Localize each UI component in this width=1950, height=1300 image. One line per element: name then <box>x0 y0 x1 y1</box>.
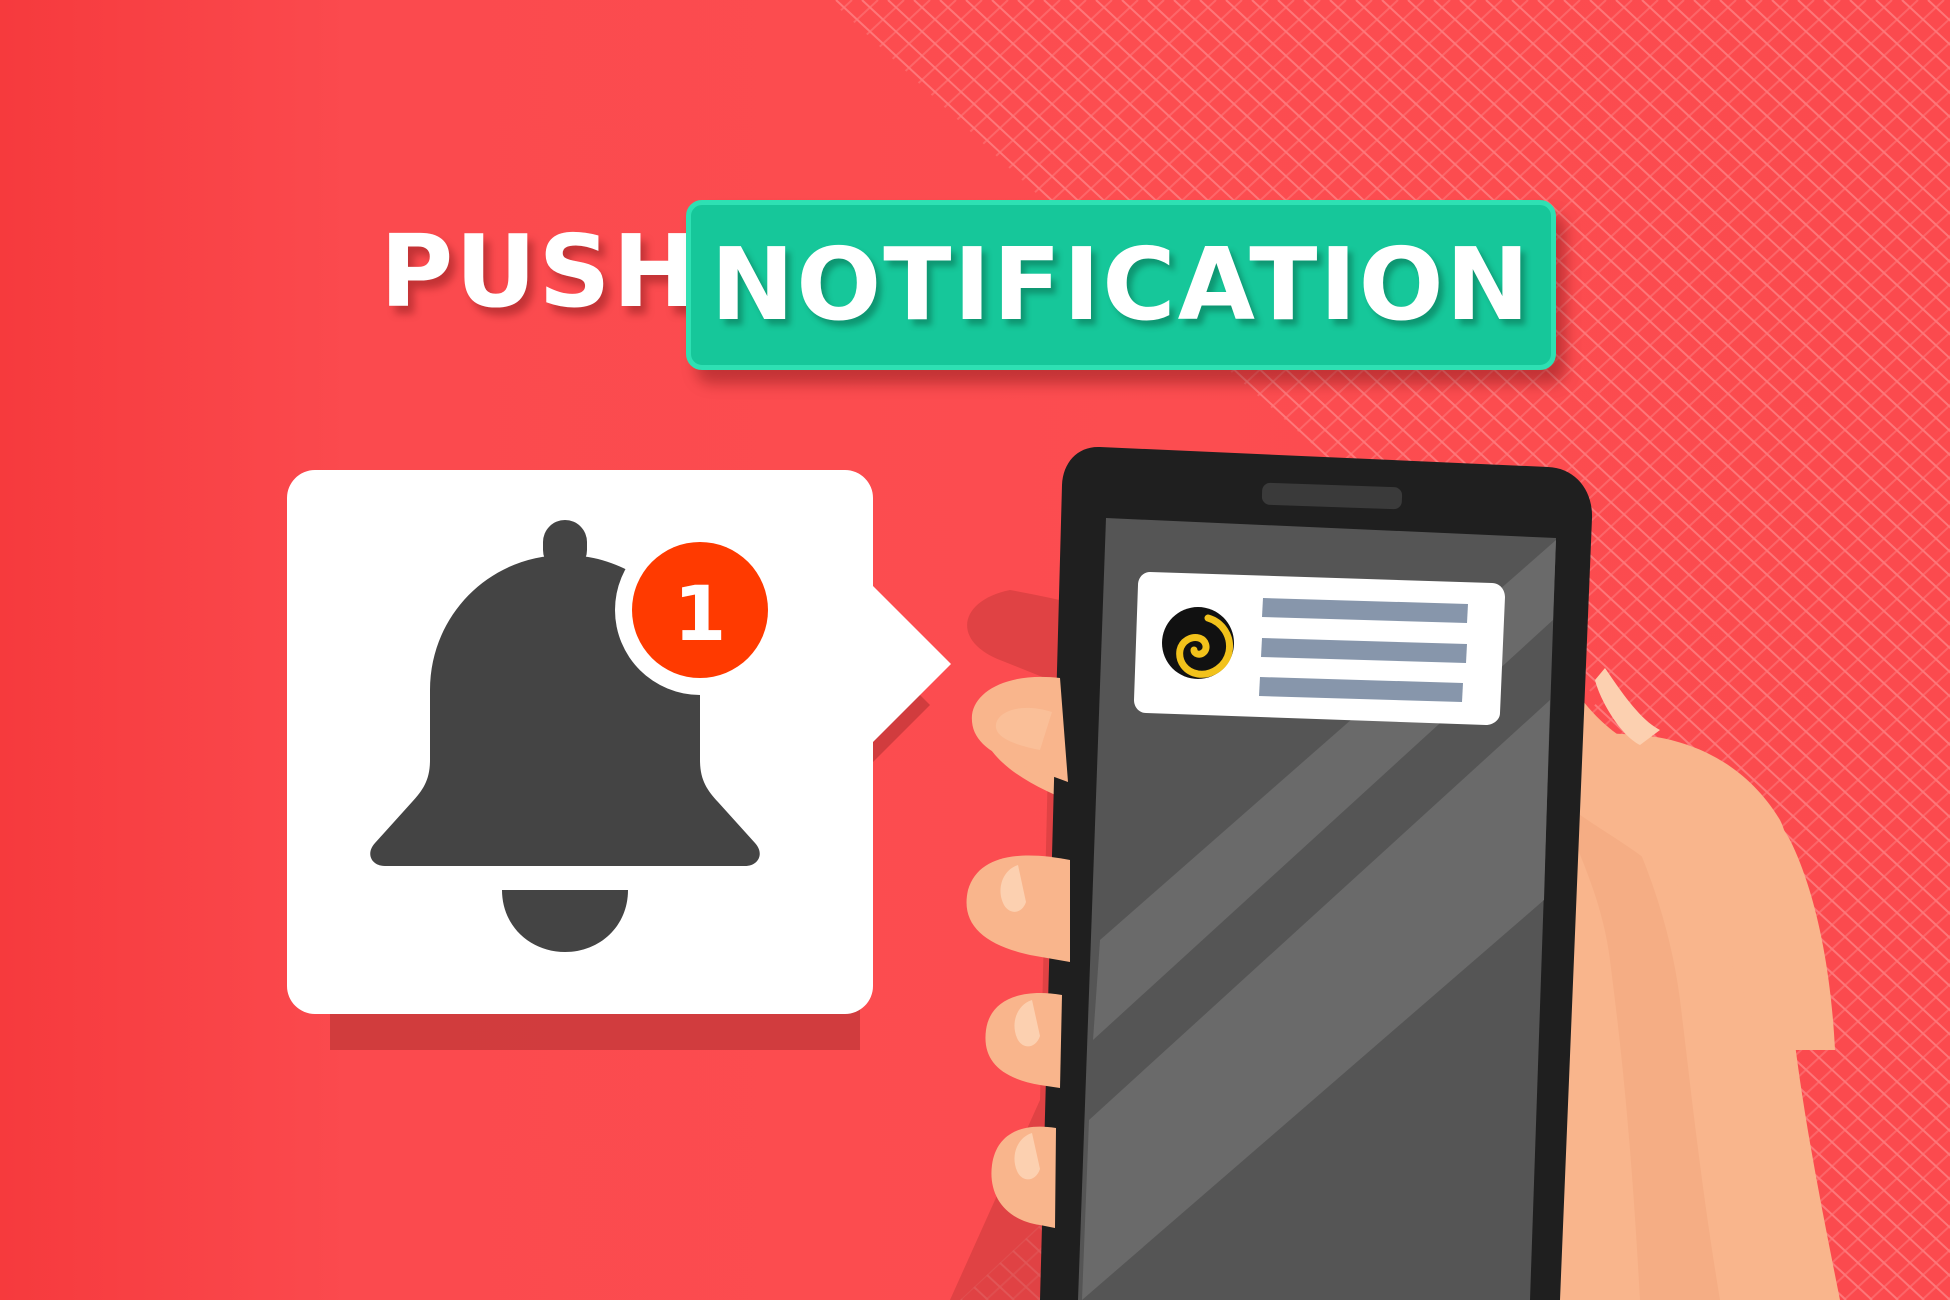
fingers <box>966 676 1070 1228</box>
phone <box>1040 446 1593 1300</box>
phone-notification <box>1134 572 1505 725</box>
illustration <box>287 446 1840 1300</box>
spiral-logo-icon <box>1162 607 1234 679</box>
notification-badge-count: 1 <box>673 568 727 658</box>
